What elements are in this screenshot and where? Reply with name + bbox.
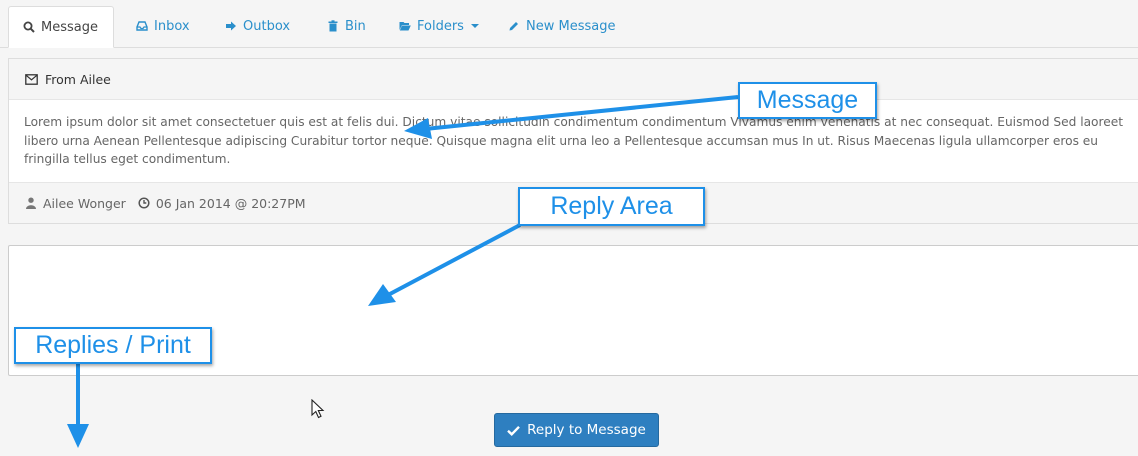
tab-bin[interactable]: Bin: [313, 6, 380, 46]
tab-label: Folders: [417, 18, 464, 34]
trash-icon: [328, 20, 338, 32]
tab-label: New Message: [526, 18, 616, 34]
pencil-icon: [509, 22, 518, 31]
reply-to-message-button[interactable]: Reply to Message: [494, 413, 659, 447]
message-body: Lorem ipsum dolor sit amet consectetuer …: [24, 115, 1124, 166]
clock-icon: [138, 197, 150, 209]
envelope-icon: [25, 73, 38, 85]
tab-label: Bin: [345, 18, 366, 34]
tab-outbox[interactable]: Outbox: [211, 6, 304, 46]
message-tabs: Message Inbox Outbox Bin Folders New Mes…: [0, 0, 1138, 48]
message-header: From Ailee: [9, 59, 1138, 100]
search-icon: [23, 21, 35, 33]
folder-open-icon: [399, 22, 411, 31]
callout-message: Message: [738, 82, 877, 119]
callout-replies-print: Replies / Print: [14, 327, 212, 364]
tab-inbox[interactable]: Inbox: [122, 6, 204, 46]
tab-label: Inbox: [154, 18, 190, 34]
callout-reply-area: Reply Area: [518, 187, 705, 226]
message-author: Ailee Wonger: [43, 195, 126, 211]
inbox-icon: [136, 21, 148, 31]
user-icon: [26, 197, 36, 209]
chevron-down-icon: [470, 24, 479, 28]
check-icon: [507, 425, 521, 436]
reply-button-label: Reply to Message: [527, 422, 646, 438]
message-from: From Ailee: [45, 71, 111, 87]
tab-label: Outbox: [243, 18, 291, 34]
tab-folders[interactable]: Folders: [385, 6, 493, 46]
tab-new-message[interactable]: New Message: [494, 6, 629, 46]
sign-out-icon: [226, 21, 236, 31]
mouse-cursor-icon: [311, 399, 325, 419]
replies-print-arrowhead: [67, 424, 89, 448]
tab-message[interactable]: Message: [8, 6, 114, 48]
tab-label: Message: [41, 19, 98, 35]
message-date: 06 Jan 2014 @ 20:27PM: [155, 195, 306, 211]
